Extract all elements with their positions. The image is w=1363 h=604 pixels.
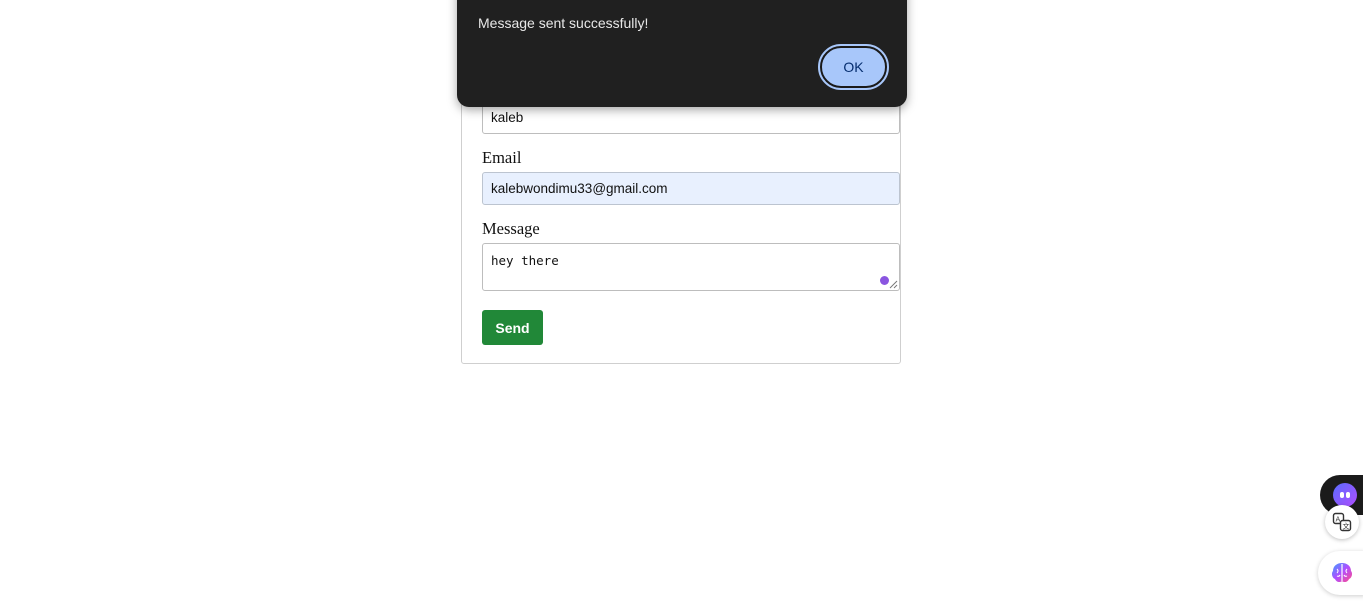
ok-button[interactable]: OK	[818, 44, 889, 90]
email-input[interactable]: kalebwondimu33@gmail.com	[482, 172, 900, 205]
brain-widget[interactable]	[1318, 551, 1363, 595]
svg-text:A: A	[1336, 516, 1341, 524]
extension-dot-icon[interactable]	[880, 276, 889, 285]
resize-grip-icon[interactable]	[889, 280, 898, 289]
name-input-value: kaleb	[491, 110, 524, 125]
alert-dialog: Message sent successfully! OK	[457, 0, 907, 107]
translate-widget[interactable]: A 文	[1325, 505, 1359, 539]
translate-icon: A 文	[1332, 512, 1352, 532]
message-label: Message	[482, 219, 540, 238]
message-textarea-value: hey there	[491, 253, 559, 268]
dialog-message: Message sent successfully!	[478, 15, 649, 31]
brain-icon	[1331, 563, 1353, 583]
send-button[interactable]: Send	[482, 310, 543, 345]
email-label: Email	[482, 148, 522, 167]
bot-face-icon	[1333, 483, 1357, 507]
svg-text:文: 文	[1343, 522, 1350, 531]
message-textarea[interactable]: hey there	[482, 243, 900, 291]
email-input-value: kalebwondimu33@gmail.com	[491, 181, 668, 196]
